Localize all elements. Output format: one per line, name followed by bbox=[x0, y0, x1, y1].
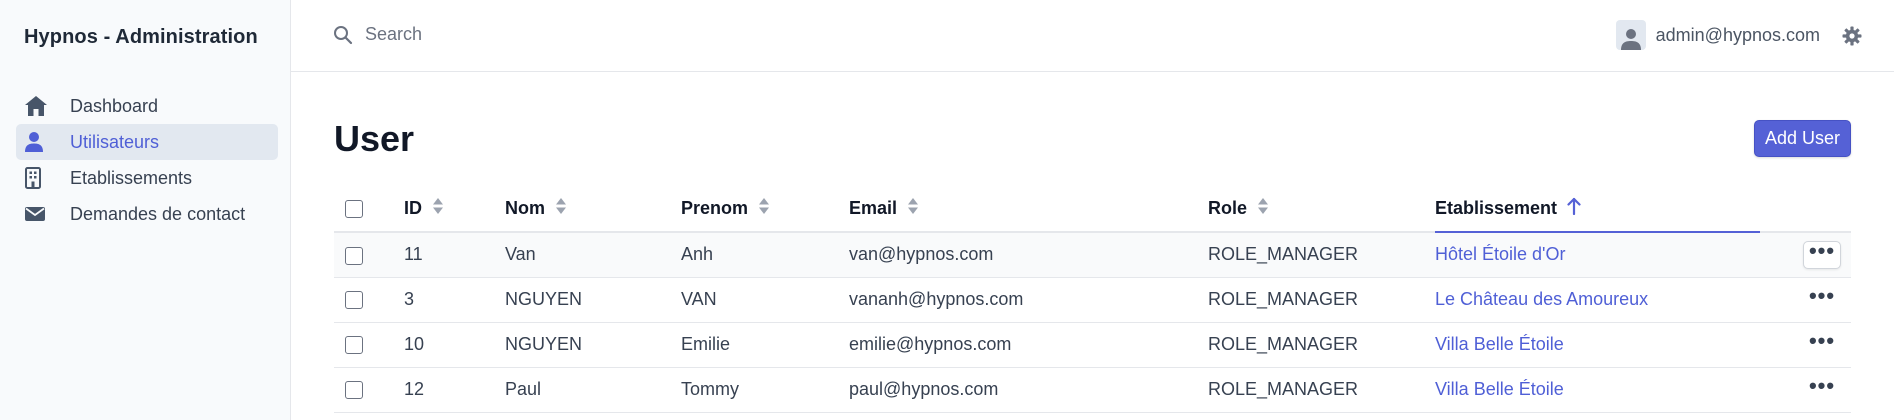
sidebar-item-demandes-de-contact[interactable]: Demandes de contact bbox=[16, 196, 278, 232]
sidebar-item-label: Etablissements bbox=[70, 167, 193, 188]
cell-prenom: Anh bbox=[681, 244, 714, 265]
cell-email: paul@hypnos.com bbox=[849, 379, 999, 399]
cell-email: vananh@hypnos.com bbox=[849, 289, 1024, 309]
cell-etablissement-link[interactable]: Villa Belle Étoile bbox=[1435, 322, 1760, 367]
envelope-icon bbox=[24, 202, 52, 226]
cell-id: 11 bbox=[404, 244, 423, 265]
sidebar-item-label: Demandes de contact bbox=[70, 203, 246, 224]
avatar bbox=[1615, 20, 1646, 50]
cell-id: 3 bbox=[404, 289, 415, 309]
column-header-etablissement[interactable]: Etablissement bbox=[1435, 186, 1760, 233]
sort-icon bbox=[1257, 197, 1269, 220]
row-actions-button[interactable]: ••• bbox=[1803, 237, 1841, 269]
cell-prenom: Tommy bbox=[681, 379, 739, 399]
more-horizontal-icon: ••• bbox=[1808, 237, 1836, 263]
table-header-row: ID Nom Prenom Email Role Etablissement bbox=[334, 186, 1851, 233]
cell-id: 12 bbox=[404, 379, 425, 399]
select-all-checkbox[interactable] bbox=[345, 200, 363, 219]
more-horizontal-icon: ••• bbox=[1808, 282, 1836, 308]
cell-role: ROLE_MANAGER bbox=[1208, 244, 1359, 265]
row-actions-button[interactable]: ••• bbox=[1803, 282, 1841, 314]
users-table: ID Nom Prenom Email Role Etablissement 1… bbox=[334, 186, 1851, 413]
sidebar: Hypnos - Administration Dashboard Utilis… bbox=[0, 0, 291, 420]
cell-role: ROLE_MANAGER bbox=[1208, 379, 1359, 399]
building-icon bbox=[24, 166, 52, 190]
column-header-id[interactable]: ID bbox=[404, 186, 505, 232]
row-checkbox[interactable] bbox=[345, 381, 363, 400]
column-header-actions bbox=[1760, 186, 1851, 232]
column-header-email[interactable]: Email bbox=[849, 186, 1208, 232]
user-menu[interactable]: admin@hypnos.com bbox=[1615, 20, 1820, 50]
cell-prenom: Emilie bbox=[681, 334, 731, 354]
more-horizontal-icon: ••• bbox=[1808, 372, 1836, 398]
sort-ascending-icon bbox=[1567, 197, 1581, 220]
row-checkbox[interactable] bbox=[345, 291, 363, 310]
row-checkbox[interactable] bbox=[345, 336, 363, 355]
cell-prenom: VAN bbox=[681, 289, 717, 309]
cell-etablissement-link[interactable]: Villa Belle Étoile bbox=[1435, 367, 1760, 412]
cell-nom: NGUYEN bbox=[505, 289, 583, 309]
app-title: Hypnos - Administration bbox=[24, 26, 258, 48]
sort-icon bbox=[907, 197, 919, 220]
search-input[interactable] bbox=[365, 24, 725, 45]
sidebar-item-etablissements[interactable]: Etablissements bbox=[16, 160, 278, 196]
sort-icon bbox=[555, 197, 567, 220]
cell-role: ROLE_MANAGER bbox=[1208, 289, 1359, 309]
cell-email: van@hypnos.com bbox=[849, 244, 994, 265]
sort-icon bbox=[758, 197, 770, 220]
row-actions-button[interactable]: ••• bbox=[1803, 372, 1841, 404]
cell-etablissement-link[interactable]: Le Château des Amoureux bbox=[1435, 277, 1760, 322]
column-header-nom[interactable]: Nom bbox=[505, 186, 681, 232]
gear-icon[interactable] bbox=[1842, 26, 1862, 46]
search-bar bbox=[333, 24, 725, 45]
page-title: User bbox=[334, 118, 415, 159]
row-checkbox[interactable] bbox=[345, 246, 363, 265]
cell-id: 10 bbox=[404, 334, 425, 354]
add-user-button[interactable]: Add User bbox=[1753, 120, 1851, 157]
home-icon bbox=[24, 94, 52, 118]
sidebar-nav: Dashboard Utilisateurs Etablissements De… bbox=[16, 88, 278, 232]
sidebar-item-utilisateurs[interactable]: Utilisateurs bbox=[16, 124, 278, 160]
cell-email: emilie@hypnos.com bbox=[849, 334, 1012, 354]
cell-etablissement-link[interactable]: Hôtel Étoile d'Or bbox=[1435, 232, 1760, 277]
cell-role: ROLE_MANAGER bbox=[1208, 334, 1359, 354]
sidebar-item-label: Utilisateurs bbox=[70, 131, 160, 152]
user-email: admin@hypnos.com bbox=[1655, 24, 1820, 45]
sidebar-item-label: Dashboard bbox=[70, 95, 159, 116]
column-header-role[interactable]: Role bbox=[1208, 186, 1435, 232]
table-row[interactable]: 10 NGUYEN Emilie emilie@hypnos.com ROLE_… bbox=[334, 322, 1851, 367]
sidebar-item-dashboard[interactable]: Dashboard bbox=[16, 88, 278, 124]
sort-icon bbox=[432, 197, 444, 220]
select-all-cell bbox=[334, 186, 404, 232]
table-row[interactable]: 3 NGUYEN VAN vananh@hypnos.com ROLE_MANA… bbox=[334, 277, 1851, 322]
column-header-prenom[interactable]: Prenom bbox=[681, 186, 849, 232]
user-icon bbox=[24, 130, 52, 154]
row-actions-button[interactable]: ••• bbox=[1803, 327, 1841, 359]
table-row[interactable]: 12 Paul Tommy paul@hypnos.com ROLE_MANAG… bbox=[334, 367, 1851, 412]
cell-nom: Paul bbox=[505, 379, 542, 399]
cell-nom: NGUYEN bbox=[505, 334, 583, 354]
search-icon bbox=[333, 25, 353, 45]
top-bar: admin@hypnos.com bbox=[291, 0, 1894, 72]
more-horizontal-icon: ••• bbox=[1808, 327, 1836, 353]
cell-nom: Van bbox=[505, 244, 536, 265]
table-row[interactable]: 11 Van Anh van@hypnos.com ROLE_MANAGER H… bbox=[334, 232, 1851, 277]
